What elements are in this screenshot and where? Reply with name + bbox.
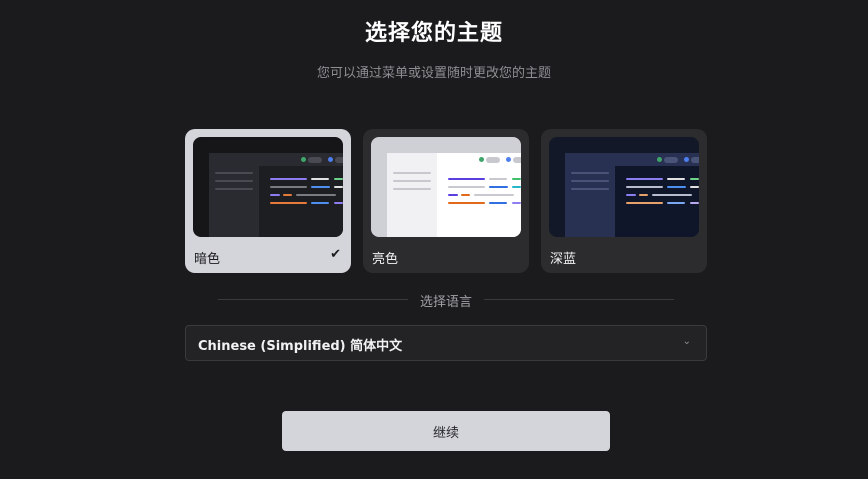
page-title: 选择您的主题 (364, 21, 503, 46)
theme-card-dark[interactable]: 暗色 ✔ (185, 129, 351, 273)
check-icon: ✔ (330, 247, 341, 262)
theme-label-light: 亮色 (372, 252, 399, 267)
theme-preview-deep-blue (549, 137, 699, 237)
theme-options: 暗色 ✔ 亮色 深蓝 (185, 129, 707, 273)
theme-preview-dark (193, 137, 343, 237)
theme-card-deep-blue[interactable]: 深蓝 (541, 129, 707, 273)
theme-label-dark: 暗色 (194, 252, 221, 267)
theme-label-deep-blue: 深蓝 (550, 252, 577, 267)
language-section-label: 选择语言 (419, 295, 472, 310)
language-select-value: Chinese (Simplified) 简体中文 (198, 339, 403, 354)
theme-preview-light (371, 137, 521, 237)
divider-line-right (484, 299, 674, 300)
chevron-down-icon: ⌄ (682, 336, 691, 347)
theme-card-light[interactable]: 亮色 (363, 129, 529, 273)
language-section-divider: 选择语言 (218, 290, 674, 310)
page-subtitle: 您可以通过菜单或设置随时更改您的主题 (316, 66, 551, 81)
language-select[interactable]: Chinese (Simplified) 简体中文 ⌄ (185, 325, 707, 361)
theme-setup-page: 选择您的主题 您可以通过菜单或设置随时更改您的主题 暗色 ✔ 亮色 深蓝 选择语… (0, 0, 868, 479)
continue-button[interactable]: 继续 (282, 411, 610, 451)
